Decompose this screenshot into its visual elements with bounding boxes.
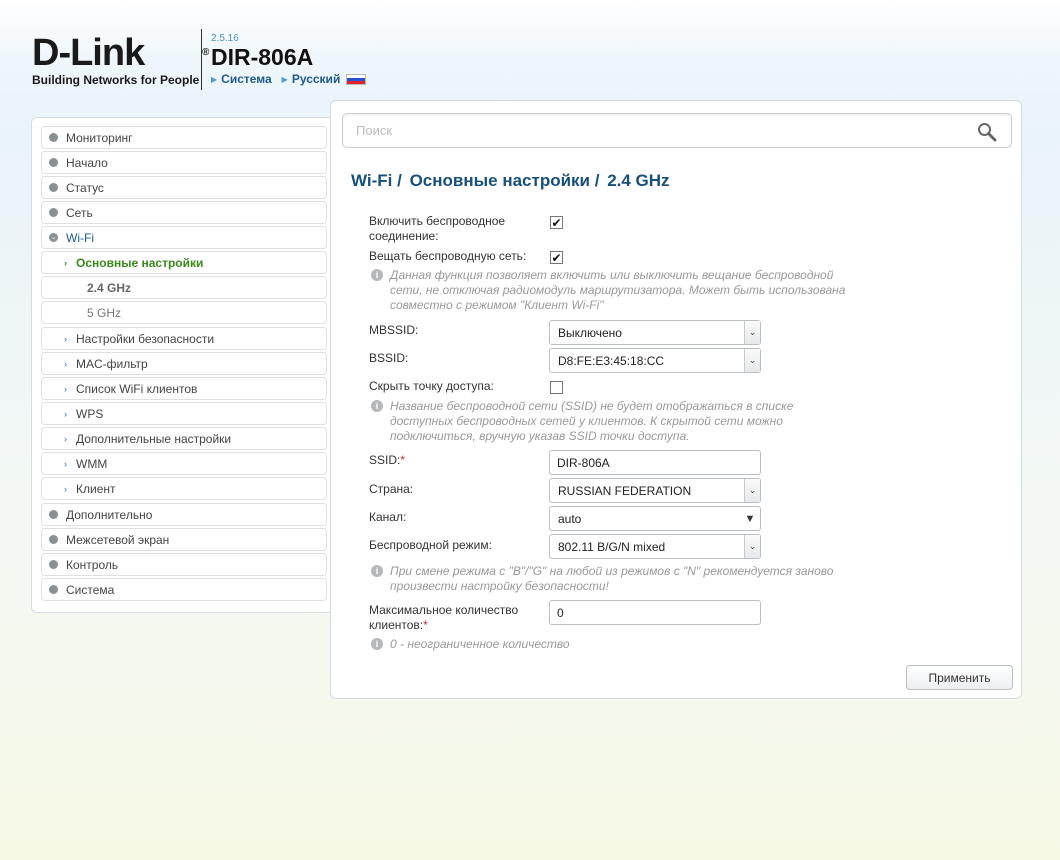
russian-flag-icon[interactable] xyxy=(346,73,367,85)
check-icon: ✔ xyxy=(551,215,562,230)
search-input[interactable] xyxy=(343,114,943,147)
bullet-icon xyxy=(49,535,58,544)
broadcast-label: Вещать беспроводную сеть: xyxy=(369,249,527,263)
firmware-version: 2.5.16 xyxy=(211,33,239,44)
channel-select[interactable]: auto ▼ xyxy=(549,506,761,531)
triangle-down-icon: ▼ xyxy=(744,512,756,525)
mbssid-label: MBSSID: xyxy=(369,323,419,337)
sidebar-item-security[interactable]: › Настройки безопасности xyxy=(41,327,327,350)
triangle-icon: ▶ xyxy=(281,74,288,84)
channel-label: Канал: xyxy=(369,510,407,524)
sidebar-item-wifi[interactable]: ⌄ Wi-Fi xyxy=(41,226,327,249)
chevron-right-icon: › xyxy=(64,358,67,369)
wireless-mode-hint: i При смене режима с "B"/"G" на любой из… xyxy=(371,564,871,594)
sidebar-item-5ghz[interactable]: 5 GHz xyxy=(41,301,327,324)
hide-ap-hint: i Название беспроводной сети (SSID) не б… xyxy=(371,399,871,444)
apply-button[interactable]: Применить xyxy=(906,665,1013,690)
max-clients-label: Максимальное количество клиентов:* xyxy=(369,603,519,632)
sidebar-item-wmm[interactable]: › WMM xyxy=(41,452,327,475)
bullet-icon xyxy=(49,208,58,217)
wireless-mode-select[interactable]: 802.11 B/G/N mixed ⌄ xyxy=(549,534,761,559)
triangle-icon: ▶ xyxy=(211,74,218,84)
bullet-icon xyxy=(49,585,58,594)
country-select[interactable]: RUSSIAN FEDERATION ⌄ xyxy=(549,478,761,503)
sidebar-item-advanced-wifi[interactable]: › Дополнительные настройки xyxy=(41,427,327,450)
sidebar-item-advanced[interactable]: Дополнительно xyxy=(41,503,327,526)
enable-wireless-checkbox[interactable]: ✔ xyxy=(550,216,563,229)
mbssid-select[interactable]: Выключено ⌄ xyxy=(549,320,761,345)
main-panel: Wi-Fi / Основные настройки / 2.4 GHz Вкл… xyxy=(330,100,1022,699)
title-wifi: Wi-Fi / xyxy=(351,171,402,190)
sidebar-item-status[interactable]: Статус xyxy=(41,176,327,199)
header-divider xyxy=(201,29,202,90)
bullet-icon xyxy=(49,183,58,192)
model-block: 2.5.16 DIR-806A ▶ Система ▶ Русский xyxy=(211,33,367,86)
hide-ap-label: Скрыть точку доступа: xyxy=(369,379,494,393)
chevron-down-icon: ⌄ xyxy=(49,233,58,242)
bssid-select[interactable]: D8:FE:E3:45:18:CC ⌄ xyxy=(549,348,761,373)
chevron-right-icon: › xyxy=(64,383,67,394)
sidebar-item-firewall[interactable]: Межсетевой экран xyxy=(41,528,327,551)
page-title: Wi-Fi / Основные настройки / 2.4 GHz xyxy=(351,171,673,191)
hide-ap-checkbox[interactable] xyxy=(550,381,563,394)
wireless-mode-label: Беспроводной режим: xyxy=(369,538,492,552)
title-band: 2.4 GHz xyxy=(607,171,670,190)
info-icon: i xyxy=(371,269,383,281)
chevron-right-icon: › xyxy=(64,458,67,469)
bullet-icon xyxy=(49,133,58,142)
bullet-icon xyxy=(49,560,58,569)
max-clients-hint: i 0 - неограниченное количество xyxy=(371,637,871,652)
bssid-label: BSSID: xyxy=(369,351,409,365)
dlink-logo: D-Link ® Building Networks for People xyxy=(32,32,210,87)
info-icon: i xyxy=(371,565,383,577)
magnifier-icon[interactable] xyxy=(977,122,997,142)
sidebar-item-wps[interactable]: › WPS xyxy=(41,402,327,425)
max-clients-input[interactable]: 0 xyxy=(549,600,761,625)
chevron-down-icon: ⌄ xyxy=(744,321,760,344)
broadcast-hint: i Данная функция позволяет включить или … xyxy=(371,268,871,313)
chevron-down-icon: ⌄ xyxy=(744,349,760,372)
model-name: DIR-806A xyxy=(211,44,314,70)
sidebar-item-network[interactable]: Сеть xyxy=(41,201,327,224)
language-link[interactable]: Русский xyxy=(292,72,341,86)
enable-wireless-label: Включить беспроводное соединение: xyxy=(369,214,506,243)
bullet-icon xyxy=(49,510,58,519)
broadcast-checkbox[interactable]: ✔ xyxy=(550,251,563,264)
sidebar-item-client[interactable]: › Клиент xyxy=(41,477,327,500)
info-icon: i xyxy=(371,400,383,412)
title-basic: Основные настройки / xyxy=(409,171,600,190)
sidebar-item-monitoring[interactable]: Мониторинг xyxy=(41,126,327,149)
sidebar-item-start[interactable]: Начало xyxy=(41,151,327,174)
sidebar-item-control[interactable]: Контроль xyxy=(41,553,327,576)
sidebar-item-basic-settings[interactable]: › Основные настройки xyxy=(41,251,327,274)
sidebar-item-mac-filter[interactable]: › MAC-фильтр xyxy=(41,352,327,375)
chevron-right-icon: › xyxy=(64,257,67,268)
chevron-right-icon: › xyxy=(64,433,67,444)
country-label: Страна: xyxy=(369,482,414,496)
sidebar-item-system[interactable]: Система xyxy=(41,578,327,601)
system-link[interactable]: Система xyxy=(221,72,272,86)
search-box xyxy=(342,113,1012,148)
bullet-icon xyxy=(49,158,58,167)
chevron-right-icon: › xyxy=(64,333,67,344)
header-links: ▶ Система ▶ Русский xyxy=(211,72,367,86)
logo-tagline: Building Networks for People xyxy=(32,73,200,87)
sidebar-item-wifi-clients[interactable]: › Список WiFi клиентов xyxy=(41,377,327,400)
ssid-label: SSID:* xyxy=(369,453,406,467)
logo-wordmark: D-Link ® xyxy=(32,32,210,74)
sidebar-item-24ghz[interactable]: 2.4 GHz xyxy=(41,276,327,299)
chevron-right-icon: › xyxy=(64,408,67,419)
chevron-down-icon: ⌄ xyxy=(744,535,760,558)
check-icon: ✔ xyxy=(551,250,562,265)
sidebar: Мониторинг Начало Статус Сеть ⌄ Wi-Fi › Ос… xyxy=(31,117,331,613)
chevron-down-icon: ⌄ xyxy=(744,479,760,502)
ssid-input[interactable]: DIR-806A xyxy=(549,450,761,475)
info-icon: i xyxy=(371,638,383,650)
chevron-right-icon: › xyxy=(64,483,67,494)
